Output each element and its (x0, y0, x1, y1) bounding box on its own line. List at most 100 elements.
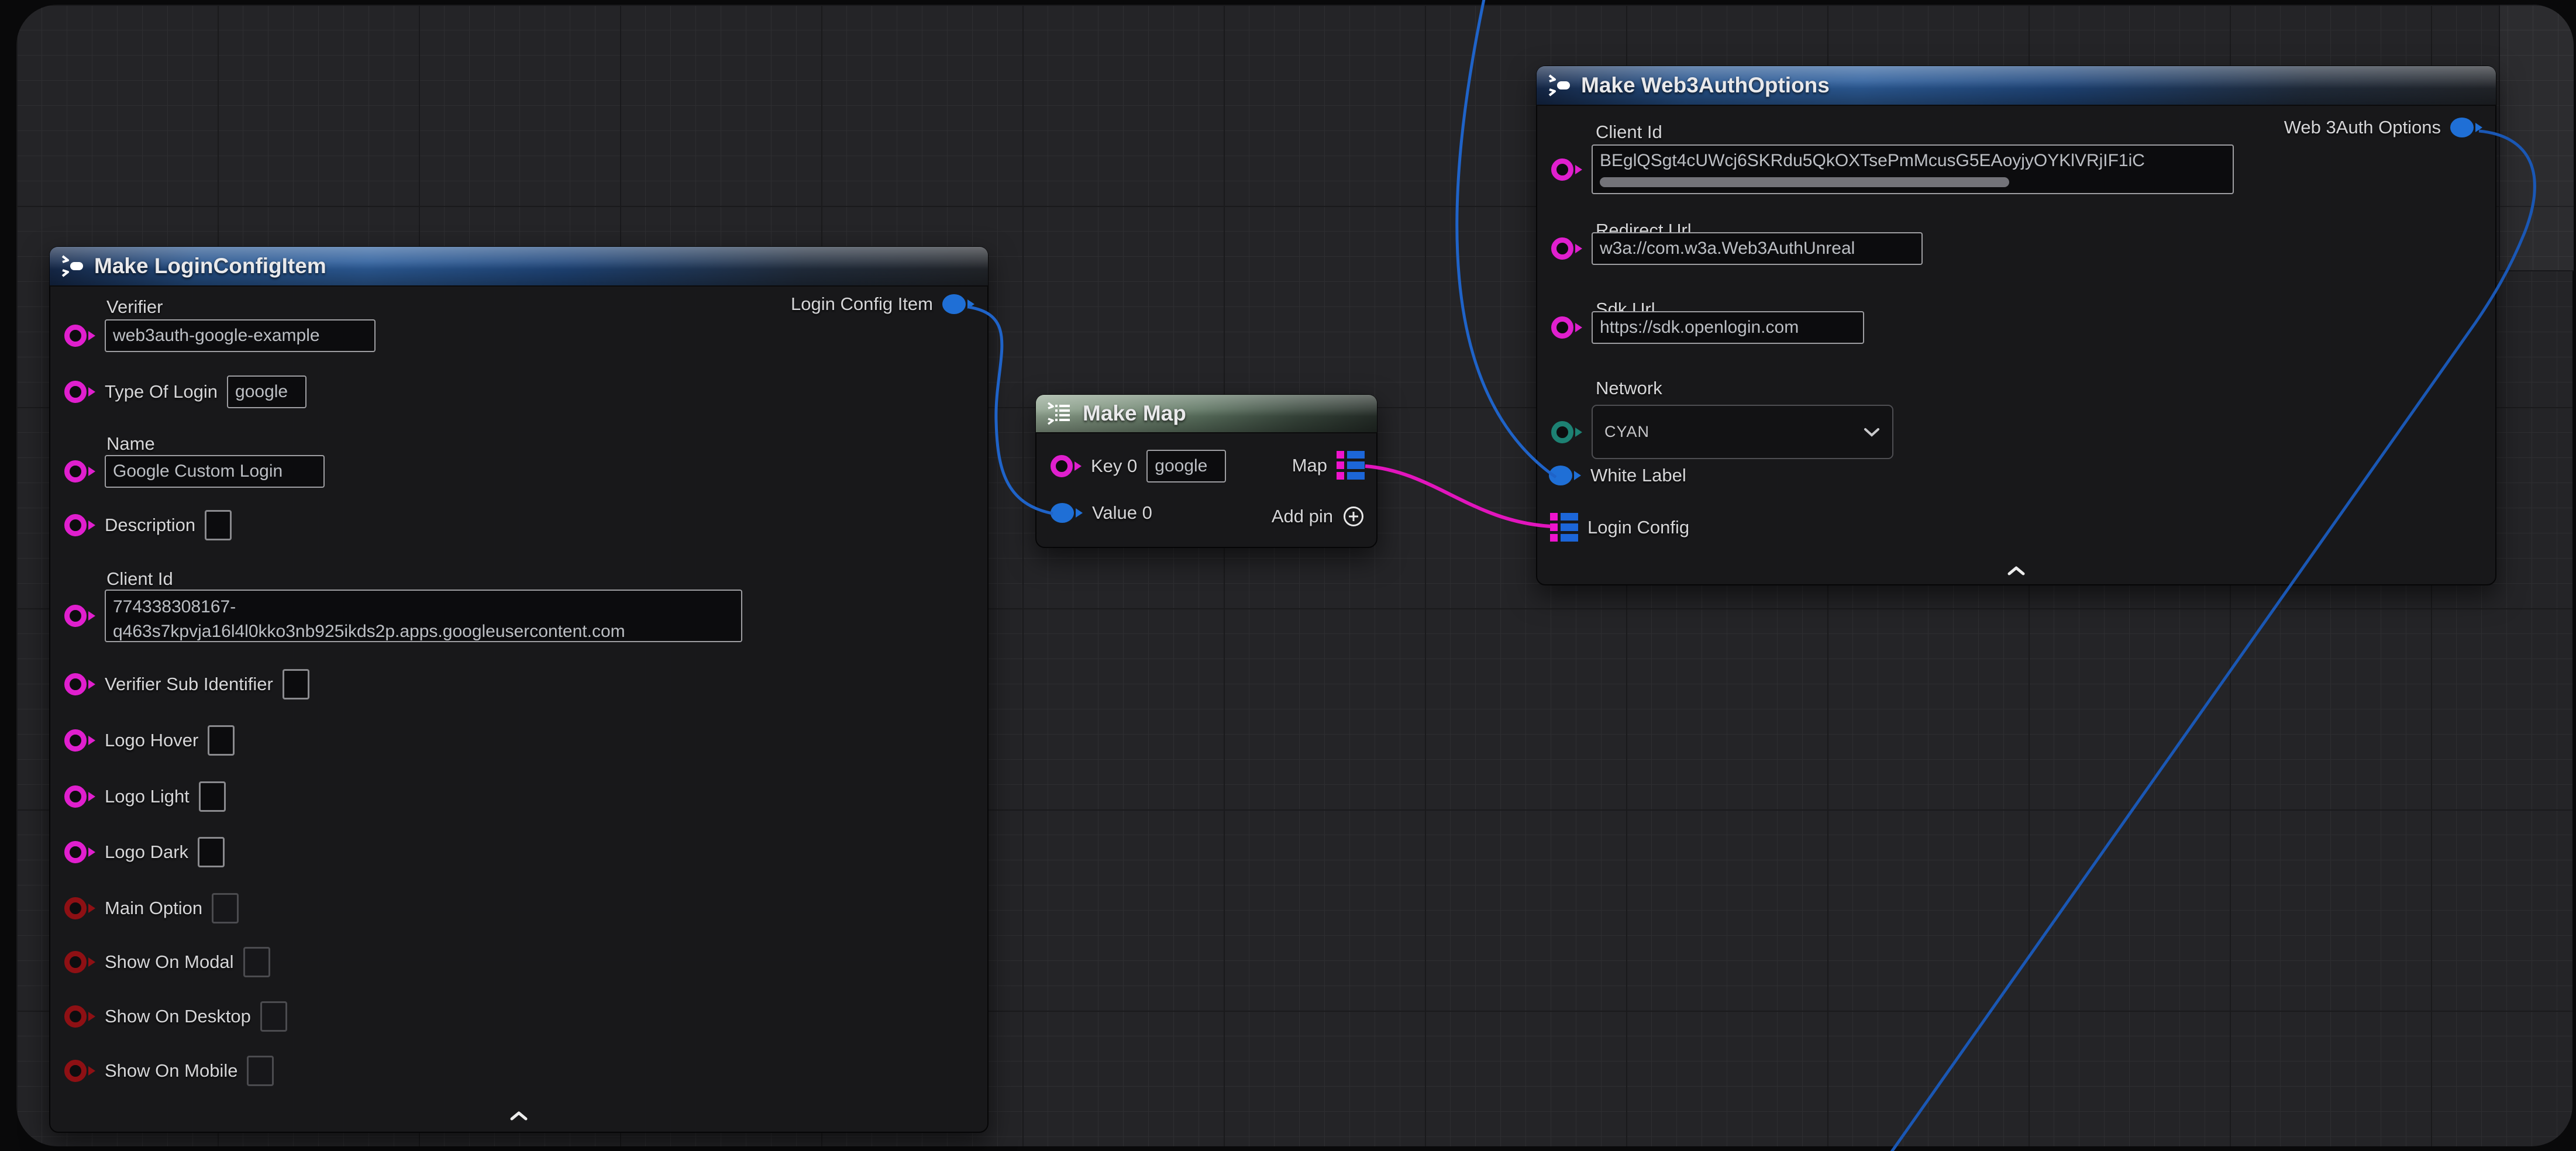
make-map-icon (1046, 402, 1073, 425)
map-output-row[interactable]: Map (1292, 451, 1365, 480)
show-on-desktop-row: Show On Desktop (64, 1001, 287, 1032)
logo-dark-input[interactable] (198, 837, 225, 867)
add-pin-row[interactable]: Add pin (1272, 505, 1365, 528)
main-option-row: Main Option (64, 893, 239, 923)
verifier-label: Verifier (106, 297, 163, 318)
type-of-login-row: Type Of Login google (64, 375, 306, 408)
logo-hover-label: Logo Hover (105, 730, 198, 751)
logo-dark-label: Logo Dark (105, 842, 188, 863)
logo-light-label: Logo Light (105, 786, 190, 807)
verifier-sub-identifier-input[interactable] (283, 669, 309, 699)
value0-label: Value 0 (1092, 502, 1152, 523)
value0-pin[interactable] (1051, 503, 1083, 523)
show-on-mobile-checkbox[interactable] (247, 1056, 274, 1086)
description-pin[interactable] (64, 514, 95, 536)
client-id-input[interactable]: BEglQSgt4cUWcj6SKRdu5QkOXTsePmMcusG5EAoy… (1592, 144, 2234, 194)
name-input[interactable]: Google Custom Login (105, 455, 325, 488)
description-row: Description (64, 510, 232, 540)
map-output-pin[interactable] (1337, 451, 1365, 480)
canvas-light-region (2499, 5, 2574, 271)
verifier-sub-identifier-row: Verifier Sub Identifier (64, 669, 309, 699)
client-id-value: BEglQSgt4cUWcj6SKRdu5QkOXTsePmMcusG5EAoy… (1600, 151, 2145, 170)
client-id-pin[interactable] (64, 605, 95, 627)
login-config-row: Login Config (1550, 513, 1689, 542)
network-selected-value: CYAN (1604, 423, 1649, 441)
client-id-input[interactable]: 774338308167- q463s7kpvja16l4l0kko3nb925… (105, 590, 742, 642)
description-label: Description (105, 515, 195, 536)
make-struct-icon (60, 254, 85, 278)
web3auth-options-output-pin[interactable] (2450, 118, 2482, 137)
main-option-checkbox[interactable] (212, 893, 239, 923)
sdk-url-input[interactable]: https://sdk.openlogin.com (1592, 311, 1864, 344)
type-of-login-label: Type Of Login (105, 381, 218, 402)
show-on-mobile-label: Show On Mobile (105, 1060, 237, 1081)
type-of-login-input[interactable]: google (227, 375, 306, 408)
show-on-desktop-pin[interactable] (64, 1005, 95, 1028)
verifier-row: web3auth-google-example (64, 319, 376, 352)
client-id-row: BEglQSgt4cUWcj6SKRdu5QkOXTsePmMcusG5EAoy… (1551, 144, 2234, 194)
show-on-modal-label: Show On Modal (105, 952, 234, 973)
login-config-label: Login Config (1587, 517, 1689, 538)
key0-pin[interactable] (1051, 455, 1082, 477)
logo-dark-row: Logo Dark (64, 837, 225, 867)
output-pin-row-web3auth-options[interactable]: Web 3Auth Options (2284, 117, 2482, 138)
client-id-pin[interactable] (1551, 158, 1582, 181)
sdk-url-pin[interactable] (1551, 316, 1582, 339)
node-make-web3auth-options[interactable]: Make Web3AuthOptions Web 3Auth Options C… (1536, 66, 2496, 585)
logo-light-input[interactable] (199, 781, 226, 812)
redirect-url-input[interactable]: w3a://com.w3a.Web3AuthUnreal (1592, 232, 1923, 265)
logo-hover-row: Logo Hover (64, 725, 235, 756)
show-on-modal-checkbox[interactable] (243, 947, 270, 977)
client-id-label: Client Id (1596, 122, 1662, 143)
redirect-url-pin[interactable] (1551, 237, 1582, 260)
node-make-login-config-item[interactable]: Make LoginConfigItem Login Config Item V… (49, 246, 989, 1133)
show-on-mobile-row: Show On Mobile (64, 1056, 274, 1086)
redirect-url-row: w3a://com.w3a.Web3AuthUnreal (1551, 232, 1923, 265)
main-option-label: Main Option (105, 898, 202, 919)
show-on-mobile-pin[interactable] (64, 1060, 95, 1082)
output-pin-row-login-config-item[interactable]: Login Config Item (791, 294, 974, 315)
logo-light-row: Logo Light (64, 781, 226, 812)
node-header[interactable]: Make Map (1036, 395, 1377, 433)
name-label: Name (106, 433, 155, 454)
make-struct-icon (1547, 74, 1572, 97)
map-output-label: Map (1292, 455, 1327, 476)
collapse-chevron-icon[interactable] (509, 1110, 529, 1125)
logo-hover-pin[interactable] (64, 729, 95, 752)
verifier-sub-identifier-pin[interactable] (64, 673, 95, 695)
client-id-line2: q463s7kpvja16l4l0kko3nb925ikds2p.apps.go… (113, 622, 625, 641)
add-pin-icon[interactable] (1342, 505, 1365, 528)
type-of-login-pin[interactable] (64, 381, 95, 403)
logo-light-pin[interactable] (64, 785, 95, 808)
node-header[interactable]: Make Web3AuthOptions (1537, 66, 2496, 106)
verifier-sub-identifier-label: Verifier Sub Identifier (105, 674, 273, 695)
name-row: Google Custom Login (64, 455, 325, 488)
value0-row: Value 0 (1051, 502, 1152, 523)
show-on-modal-row: Show On Modal (64, 947, 270, 977)
verifier-input[interactable]: web3auth-google-example (105, 319, 376, 352)
add-pin-label: Add pin (1272, 506, 1333, 527)
client-id-row: 774338308167- q463s7kpvja16l4l0kko3nb925… (64, 590, 742, 642)
network-pin[interactable] (1551, 421, 1582, 443)
output-pin-label: Login Config Item (791, 294, 933, 315)
show-on-modal-pin[interactable] (64, 951, 95, 973)
show-on-desktop-checkbox[interactable] (260, 1001, 287, 1032)
show-on-desktop-label: Show On Desktop (105, 1006, 251, 1027)
node-title: Make LoginConfigItem (94, 254, 326, 278)
logo-dark-pin[interactable] (64, 841, 95, 863)
key0-input[interactable]: google (1146, 450, 1226, 483)
description-input[interactable] (205, 510, 232, 540)
node-make-map[interactable]: Make Map Key 0 google Map Value 0 Add pi… (1035, 394, 1377, 548)
main-option-pin[interactable] (64, 897, 95, 919)
logo-hover-input[interactable] (208, 725, 235, 756)
sdk-url-row: https://sdk.openlogin.com (1551, 311, 1864, 344)
collapse-chevron-icon[interactable] (2006, 565, 2026, 580)
node-header[interactable]: Make LoginConfigItem (50, 247, 988, 287)
login-config-pin[interactable] (1550, 513, 1578, 542)
node-title: Make Web3AuthOptions (1581, 73, 1830, 98)
login-config-item-output-pin[interactable] (942, 294, 974, 314)
verifier-pin[interactable] (64, 325, 95, 347)
name-pin[interactable] (64, 460, 95, 483)
network-dropdown[interactable]: CYAN (1592, 405, 1893, 459)
client-id-scrollbar[interactable] (1600, 177, 2009, 187)
